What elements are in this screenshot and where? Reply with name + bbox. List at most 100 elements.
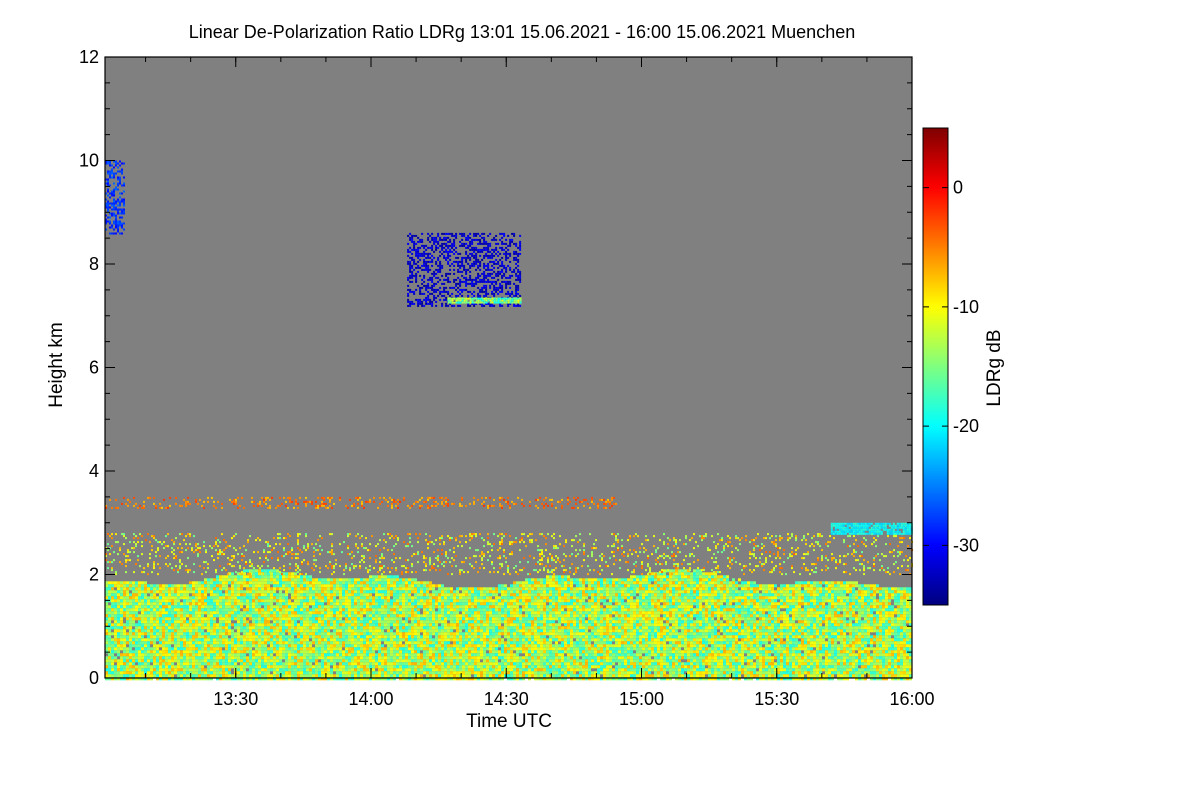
ldr-pixel: [447, 590, 450, 594]
ldr-pixel: [414, 608, 417, 612]
ldr-pixel: [252, 620, 255, 624]
ldr-pixel: [684, 623, 687, 627]
ldr-pixel: [735, 590, 738, 594]
ldr-pixel: [396, 593, 399, 597]
ldr-pixel: [537, 593, 540, 597]
ldr-pixel: [654, 590, 657, 594]
ldr-pixel: [639, 608, 642, 612]
ldr-pixel: [771, 596, 774, 600]
ldr-pixel: [555, 611, 558, 615]
ldr-pixel: [327, 632, 330, 636]
ldr-pixel: [690, 602, 693, 606]
ldr-pixel: [732, 632, 735, 636]
ldr-pixel: [816, 596, 819, 600]
ldr-pixel: [261, 623, 264, 627]
ldr-pixel: [279, 611, 282, 615]
ldr-pixel: [615, 614, 618, 618]
ldr-pixel: [378, 623, 381, 627]
ldr-pixel: [639, 620, 642, 624]
ldr-pixel: [237, 623, 240, 627]
ldr-pixel: [636, 608, 639, 612]
ldr-pixel: [882, 602, 885, 606]
ldr-pixel: [795, 593, 798, 597]
ldr-pixel: [822, 599, 825, 603]
ldr-pixel: [729, 617, 732, 621]
ldr-pixel: [672, 623, 675, 627]
ldr-pixel: [381, 626, 384, 630]
ldr-pixel: [441, 608, 444, 612]
ldr-pixel: [681, 611, 684, 615]
ldr-pixel: [762, 614, 765, 618]
ldr-pixel: [747, 608, 750, 612]
ldr-pixel: [906, 587, 909, 591]
ldr-pixel: [279, 587, 282, 591]
ldr-pixel: [420, 593, 423, 597]
ldr-pixel: [426, 584, 429, 588]
ldr-pixel: [216, 584, 219, 588]
ldr-pixel: [408, 596, 411, 600]
ldr-pixel: [258, 617, 261, 621]
ldr-pixel: [216, 602, 219, 606]
ldr-pixel: [462, 617, 465, 621]
ldr-pixel: [387, 590, 390, 594]
ldr-pixel: [399, 617, 402, 621]
ldr-pixel: [348, 614, 351, 618]
ldr-pixel: [489, 620, 492, 624]
ldr-pixel: [306, 587, 309, 591]
ldr-pixel: [549, 620, 552, 624]
ldr-pixel: [705, 584, 708, 588]
ldr-pixel: [414, 635, 417, 639]
ldr-pixel: [441, 587, 444, 591]
ldr-pixel: [510, 611, 513, 615]
ldr-pixel: [891, 629, 894, 633]
ldr-pixel: [759, 611, 762, 615]
ldr-pixel: [132, 632, 135, 636]
ldr-pixel: [288, 599, 291, 603]
ldr-pixel: [240, 629, 243, 633]
ldr-pixel: [477, 593, 480, 597]
ldr-pixel: [456, 593, 459, 597]
ldr-pixel: [504, 623, 507, 627]
ldr-pixel: [291, 590, 294, 594]
ldr-pixel: [351, 587, 354, 591]
ldr-pixel: [264, 611, 267, 615]
ldr-pixel: [798, 581, 801, 585]
ldr-pixel: [780, 587, 783, 591]
ldr-pixel: [534, 623, 537, 627]
ldr-pixel: [804, 605, 807, 609]
ldr-pixel: [312, 620, 315, 624]
ldr-pixel: [639, 596, 642, 600]
ldr-pixel: [285, 599, 288, 603]
ldr-pixel: [138, 632, 141, 636]
ldr-pixel: [549, 593, 552, 597]
ldr-pixel: [336, 593, 339, 597]
ldr-pixel: [684, 605, 687, 609]
ldr-pixel: [543, 587, 546, 591]
ldr-pixel: [291, 587, 294, 591]
ldr-pixel: [876, 584, 879, 588]
ldr-pixel: [195, 611, 198, 615]
ldr-pixel: [315, 599, 318, 603]
ldr-pixel: [213, 590, 216, 594]
ldr-pixel: [852, 599, 855, 603]
ldr-pixel: [303, 617, 306, 621]
ldr-pixel: [900, 629, 903, 633]
ldr-pixel: [438, 617, 441, 621]
ldr-pixel: [849, 608, 852, 612]
ldr-pixel: [177, 608, 180, 612]
ldr-pixel: [195, 617, 198, 621]
ldr-pixel: [753, 581, 756, 585]
ldr-pixel: [690, 626, 693, 630]
ldr-pixel: [372, 611, 375, 615]
ldr-pixel: [549, 596, 552, 600]
ldr-pixel: [687, 602, 690, 606]
ldr-pixel: [624, 614, 627, 618]
ldr-pixel: [483, 629, 486, 633]
ldr-pixel: [330, 623, 333, 627]
ldr-pixel: [888, 611, 891, 615]
ldr-pixel: [378, 620, 381, 624]
ldr-pixel: [702, 608, 705, 612]
ldr-pixel: [765, 584, 768, 588]
ldr-pixel: [153, 635, 156, 639]
ldr-pixel: [141, 614, 144, 618]
